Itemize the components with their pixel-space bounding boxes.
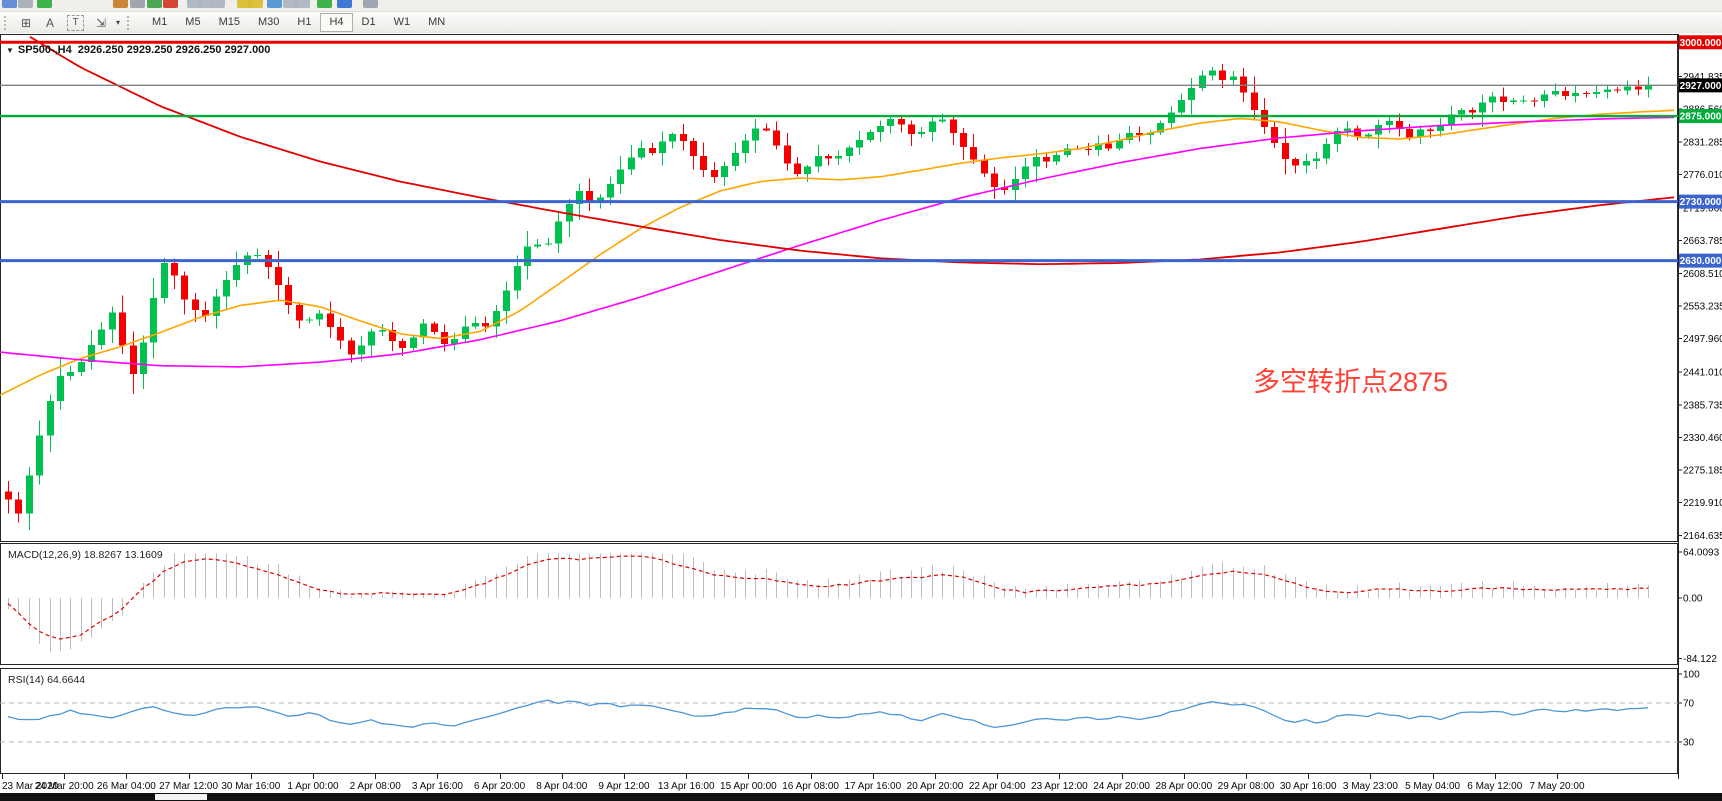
price-axis-label: 2776.010 — [1683, 170, 1722, 181]
chart-text-annotation: 多空转折点2875 — [1253, 360, 1448, 399]
horizontal-scrollbar[interactable] — [0, 793, 1722, 801]
symbol-period-label: SP500-,H4 — [18, 44, 72, 56]
date-axis-label: 24 Apr 20:00 — [1093, 781, 1150, 792]
date-axis-label: 29 Apr 08:00 — [1218, 781, 1275, 792]
date-axis-label: 6 Apr 20:00 — [474, 781, 526, 792]
date-axis-label: 30 Mar 16:00 — [221, 781, 280, 792]
date-axis-label: 28 Apr 00:00 — [1155, 781, 1212, 792]
date-axis-label: 3 May 23:00 — [1343, 781, 1398, 792]
date-axis-label: 1 Apr 00:00 — [287, 781, 339, 792]
price-axis-label: 2553.235 — [1683, 301, 1722, 312]
timeframe-h4[interactable]: H4 — [320, 13, 352, 32]
toolbar-drag-handle[interactable] — [127, 16, 133, 30]
date-axis-label: 3 Apr 16:00 — [412, 781, 464, 792]
compass-icon[interactable] — [113, 0, 128, 8]
date-axis-label: 13 Apr 16:00 — [658, 781, 715, 792]
timeframe-m5[interactable]: M5 — [176, 13, 209, 32]
date-axis-label: 9 Apr 12:00 — [598, 781, 650, 792]
timeframe-m30[interactable]: M30 — [249, 13, 288, 32]
indicator-chart-icon[interactable] — [267, 0, 282, 8]
price-level-badge: 2630.000 — [1680, 256, 1722, 267]
timeframe-h1[interactable]: H1 — [288, 13, 320, 32]
date-axis-label: 7 May 20:00 — [1529, 781, 1584, 792]
price-axis-label: 2275.185 — [1683, 466, 1722, 477]
add-indicator-icon[interactable] — [317, 0, 332, 8]
price-level-badge: 2730.000 — [1680, 197, 1722, 208]
toolbar-drag-handle[interactable] — [4, 16, 10, 30]
macd-values: 18.8267 13.1609 — [84, 549, 163, 561]
price-axis-label: 2385.735 — [1683, 400, 1722, 411]
price-level-badge: 2875.000 — [1680, 112, 1722, 123]
date-axis-label: 24 Mar 20:00 — [35, 781, 94, 792]
date-axis-label: 23 Apr 12:00 — [1031, 781, 1088, 792]
price-axis-label: 2219.910 — [1683, 498, 1722, 509]
rsi-axis-label: 100 — [1683, 669, 1700, 680]
arrow-dropdown-caret[interactable]: ▾ — [113, 14, 123, 32]
navigator-globe-icon[interactable] — [337, 0, 352, 8]
ohlc-values: 2926.250 2929.250 2926.250 2927.000 — [78, 44, 271, 56]
date-axis-label: 15 Apr 00:00 — [720, 781, 777, 792]
chart-title: ▼ SP500-,H4 2926.250 2929.250 2926.250 292… — [6, 44, 270, 56]
date-axis-label: 30 Apr 16:00 — [1280, 781, 1337, 792]
toolbar-second-row: ⊞AT ⇲▾ M1M5M15M30H1H4D1W1MN — [0, 12, 1722, 34]
date-axis-label: 6 May 12:00 — [1467, 781, 1522, 792]
chart-canvas[interactable]: 2941.8352886.5602831.2852776.0102719.060… — [0, 33, 1722, 793]
price-axis-label: 2330.460 — [1683, 433, 1722, 444]
date-axis-label: 8 Apr 04:00 — [536, 781, 588, 792]
date-axis-label: 17 Apr 16:00 — [844, 781, 901, 792]
scrollbar-thumb[interactable] — [155, 794, 207, 800]
rsi-axis-label: 30 — [1683, 738, 1695, 749]
timeframe-m1[interactable]: M1 — [143, 13, 176, 32]
timeframe-toolbar: M1M5M15M30H1H4D1W1MN — [143, 13, 454, 32]
arrange-windows-icon[interactable] — [210, 0, 225, 8]
text-tool-icon[interactable]: T — [67, 15, 84, 31]
price-axis-label: 2831.285 — [1683, 137, 1722, 148]
date-axis-label: 20 Apr 20:00 — [907, 781, 964, 792]
timeframe-m15[interactable]: M15 — [210, 13, 249, 32]
price-axis-label: 2608.510 — [1683, 269, 1722, 280]
macd-name: MACD(12,26,9) — [8, 549, 81, 561]
macd-indicator-label: MACD(12,26,9) 18.8267 13.1609 — [8, 549, 163, 561]
price-axis-label: 2663.785 — [1683, 236, 1722, 247]
new-window-icon[interactable] — [2, 0, 17, 8]
print-icon[interactable] — [130, 0, 145, 8]
drawing-tools-group: ⊞AT ⇲▾ — [14, 14, 123, 32]
rsi-axis-label: 70 — [1683, 699, 1695, 710]
auto-scroll-icon[interactable] — [295, 0, 310, 8]
macd-axis-label: 0.00 — [1683, 594, 1703, 605]
rsi-value: 64.6644 — [47, 674, 85, 686]
data-window-icon[interactable] — [363, 0, 378, 8]
chart-dropdown-icon[interactable]: ▼ — [6, 46, 14, 55]
macd-axis-label: 64.0093 — [1683, 548, 1720, 559]
timeframe-w1[interactable]: W1 — [385, 13, 420, 32]
price-level-badge: 3000.000 — [1680, 38, 1722, 49]
snap-grid-icon[interactable]: ⊞ — [14, 14, 38, 32]
mt4-window: ⊞AT⇲▾ M1M5M15M30H1H4D1W1MN 2941.8352886.… — [0, 0, 1722, 801]
price-level-badge: 2927.000 — [1680, 81, 1722, 92]
refresh-icon[interactable] — [163, 0, 178, 8]
timeframe-mn[interactable]: MN — [419, 13, 454, 32]
macd-axis-label: -84.122 — [1683, 654, 1717, 665]
new-order-icon[interactable] — [37, 0, 52, 8]
toolbar-top-row — [0, 0, 1722, 12]
price-axis-label: 2441.010 — [1683, 368, 1722, 379]
date-axis-label: 27 Mar 12:00 — [159, 781, 218, 792]
zoom-icon[interactable] — [18, 0, 33, 8]
price-axis-label: 2497.960 — [1683, 334, 1722, 345]
timeframe-d1[interactable]: D1 — [353, 13, 385, 32]
price-axis-label: 2164.635 — [1683, 531, 1722, 542]
date-axis-label: 22 Apr 04:00 — [969, 781, 1026, 792]
date-axis-label: 26 Mar 04:00 — [97, 781, 156, 792]
text-label-icon[interactable]: A — [38, 14, 62, 32]
arrow-style-icon[interactable]: ⇲ — [89, 14, 113, 32]
date-axis-label: 16 Apr 08:00 — [782, 781, 839, 792]
rsi-name: RSI(14) — [8, 674, 44, 686]
rsi-indicator-label: RSI(14) 64.6644 — [8, 674, 85, 686]
chart-window[interactable]: 2941.8352886.5602831.2852776.0102719.060… — [0, 33, 1722, 793]
print-preview-icon[interactable] — [147, 0, 162, 8]
draw-channel-icon[interactable] — [248, 0, 263, 8]
date-axis-label: 5 May 04:00 — [1405, 781, 1460, 792]
date-axis-label: 2 Apr 08:00 — [350, 781, 402, 792]
